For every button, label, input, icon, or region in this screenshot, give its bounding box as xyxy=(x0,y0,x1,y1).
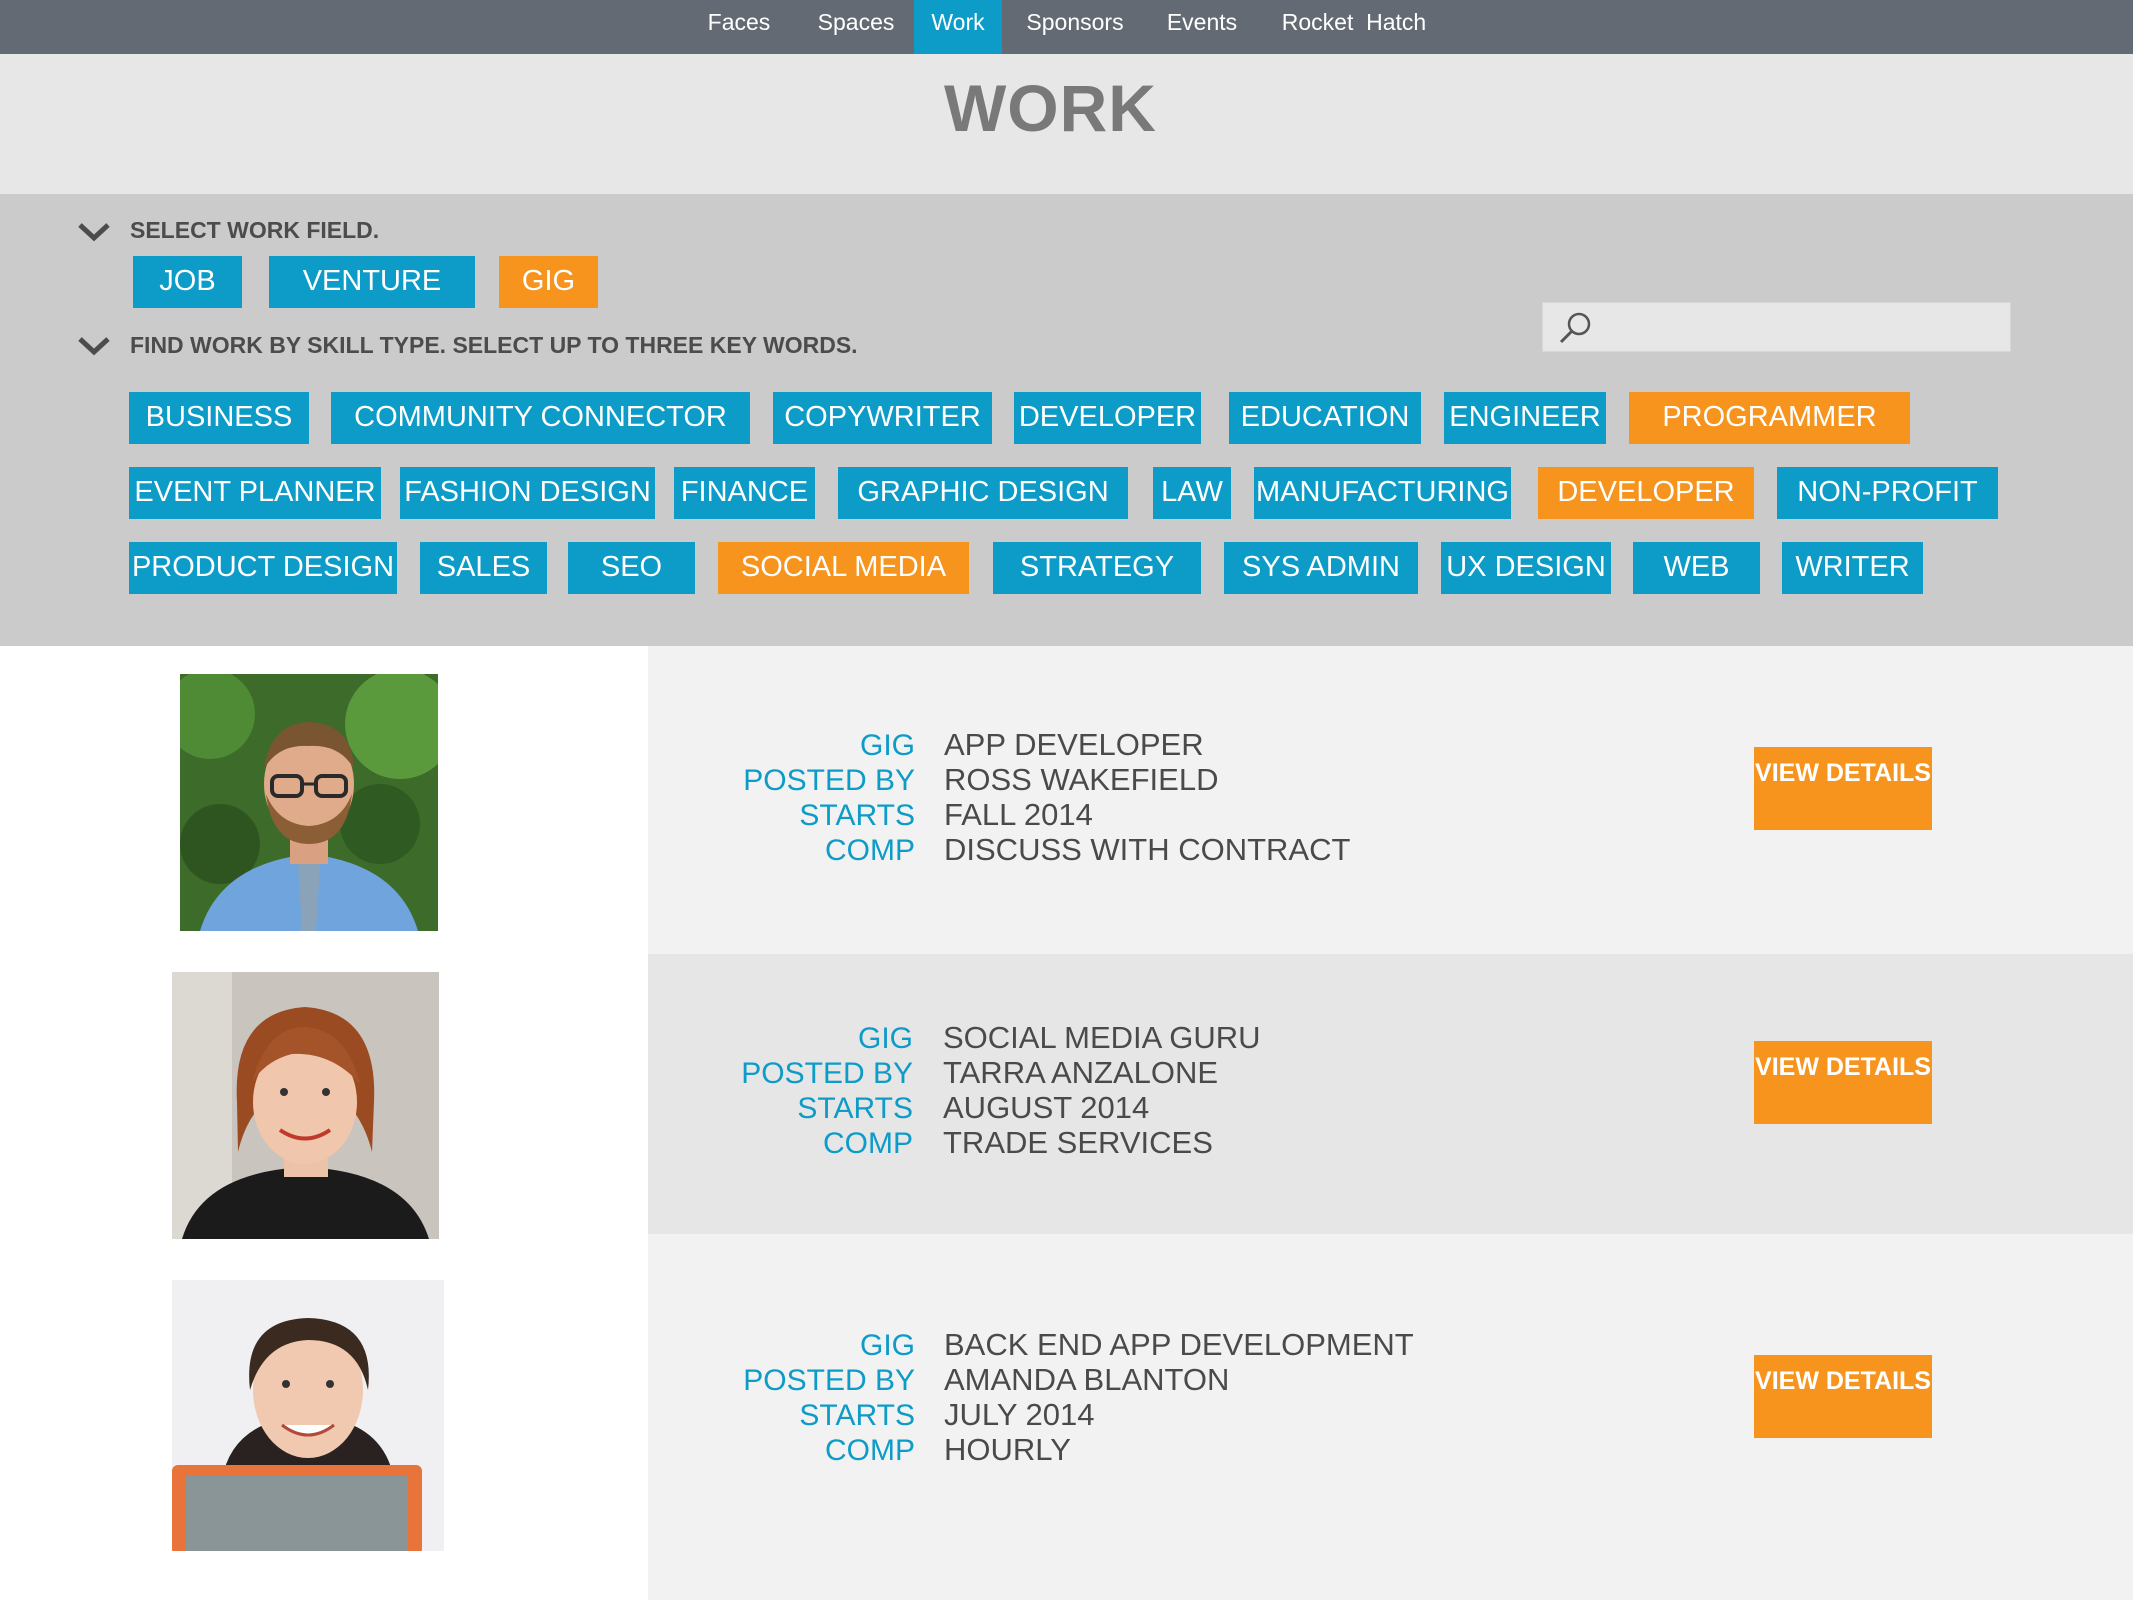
filter-panel: SELECT WORK FIELD. JOB VENTURE GIG FIND … xyxy=(0,194,2133,646)
skill-type-label: FIND WORK BY SKILL TYPE. SELECT UP TO TH… xyxy=(130,332,858,358)
field-chip-job[interactable]: JOB xyxy=(133,256,242,308)
listing-title: APP DEVELOPER xyxy=(944,727,1204,762)
view-details-button[interactable]: VIEW DETAILS xyxy=(1754,1041,1932,1124)
chevron-down-icon[interactable] xyxy=(77,222,111,242)
listing-start: JULY 2014 xyxy=(944,1397,1095,1432)
view-details-button[interactable]: VIEW DETAILS xyxy=(1754,1355,1932,1438)
starts-label: STARTS xyxy=(799,799,915,832)
listing-type-label: GIG xyxy=(857,1022,913,1055)
listing-poster: ROSS WAKEFIELD xyxy=(944,762,1219,797)
nav-spaces[interactable]: Spaces xyxy=(808,0,904,54)
skill-chip-sys-admin[interactable]: SYS ADMIN xyxy=(1224,542,1418,594)
comp-label: COMP xyxy=(823,1127,913,1160)
listing-comp: TRADE SERVICES xyxy=(943,1125,1213,1160)
field-chip-gig[interactable]: GIG xyxy=(499,256,598,308)
skill-chip-copywriter[interactable]: COPYWRITER xyxy=(773,392,992,444)
skill-chip-writer[interactable]: WRITER xyxy=(1782,542,1923,594)
nav-work[interactable]: Work xyxy=(914,0,1002,54)
nav-sponsors[interactable]: Sponsors xyxy=(1018,0,1132,54)
comp-label: COMP xyxy=(825,1434,915,1467)
skill-chip-business[interactable]: BUSINESS xyxy=(129,392,309,444)
work-field-label: SELECT WORK FIELD. xyxy=(130,217,380,243)
listing-title: BACK END APP DEVELOPMENT xyxy=(944,1327,1414,1362)
poster-photo xyxy=(180,674,438,931)
skill-chip-developer-2[interactable]: DEVELOPER xyxy=(1538,467,1754,519)
skill-chip-seo[interactable]: SEO xyxy=(568,542,695,594)
skill-chip-ux-design[interactable]: UX DESIGN xyxy=(1441,542,1611,594)
skill-chip-graphic-design[interactable]: GRAPHIC DESIGN xyxy=(838,467,1128,519)
listing-type-label: GIG xyxy=(859,1329,915,1362)
nav-faces[interactable]: Faces xyxy=(700,0,778,54)
field-chip-venture[interactable]: VENTURE xyxy=(269,256,475,308)
skill-chip-manufacturing[interactable]: MANUFACTURING xyxy=(1254,467,1511,519)
chevron-down-icon[interactable] xyxy=(77,336,111,356)
skill-chip-strategy[interactable]: STRATEGY xyxy=(993,542,1201,594)
listing-poster: TARRA ANZALONE xyxy=(943,1055,1219,1090)
listing-start: AUGUST 2014 xyxy=(943,1090,1150,1125)
skill-chip-web[interactable]: WEB xyxy=(1633,542,1760,594)
skill-chip-engineer[interactable]: ENGINEER xyxy=(1444,392,1606,444)
poster-photo xyxy=(172,1280,444,1551)
skill-chip-event-planner[interactable]: EVENT PLANNER xyxy=(129,467,381,519)
nav-rocket-hatch[interactable]: Rocket Hatch xyxy=(1270,0,1438,54)
posted-by-label: POSTED BY xyxy=(741,1057,913,1090)
skill-chip-community-connector[interactable]: COMMUNITY CONNECTOR xyxy=(331,392,750,444)
comp-label: COMP xyxy=(825,834,915,867)
listing-comp: HOURLY xyxy=(944,1432,1071,1467)
skill-chip-non-profit[interactable]: NON-PROFIT xyxy=(1777,467,1998,519)
listing-comp: DISCUSS WITH CONTRACT xyxy=(944,832,1351,867)
skill-chip-social-media[interactable]: SOCIAL MEDIA xyxy=(718,542,969,594)
skill-chip-fashion-design[interactable]: FASHION DESIGN xyxy=(400,467,655,519)
starts-label: STARTS xyxy=(799,1399,915,1432)
page-title: WORK xyxy=(944,71,1157,145)
posted-by-label: POSTED BY xyxy=(743,764,915,797)
skill-chip-programmer[interactable]: PROGRAMMER xyxy=(1629,392,1910,444)
search-icon xyxy=(1557,311,1595,350)
search-box[interactable] xyxy=(1542,302,2011,352)
skill-chip-education[interactable]: EDUCATION xyxy=(1229,392,1421,444)
starts-label: STARTS xyxy=(797,1092,913,1125)
skill-chip-sales[interactable]: SALES xyxy=(420,542,547,594)
listing-start: FALL 2014 xyxy=(944,797,1093,832)
nav-events[interactable]: Events xyxy=(1158,0,1246,54)
top-nav: Faces Spaces Work Sponsors Events Rocket… xyxy=(0,0,2133,54)
posted-by-label: POSTED BY xyxy=(743,1364,915,1397)
skill-chip-finance[interactable]: FINANCE xyxy=(674,467,815,519)
listing-poster: AMANDA BLANTON xyxy=(944,1362,1230,1397)
skill-chip-law[interactable]: LAW xyxy=(1153,467,1231,519)
poster-photo xyxy=(172,972,439,1239)
listing-type-label: GIG xyxy=(859,729,915,762)
listing-title: SOCIAL MEDIA GURU xyxy=(943,1020,1261,1055)
skill-chip-product-design[interactable]: PRODUCT DESIGN xyxy=(129,542,397,594)
view-details-button[interactable]: VIEW DETAILS xyxy=(1754,747,1932,830)
skill-chip-developer[interactable]: DEVELOPER xyxy=(1014,392,1201,444)
search-input[interactable] xyxy=(1601,309,2000,347)
